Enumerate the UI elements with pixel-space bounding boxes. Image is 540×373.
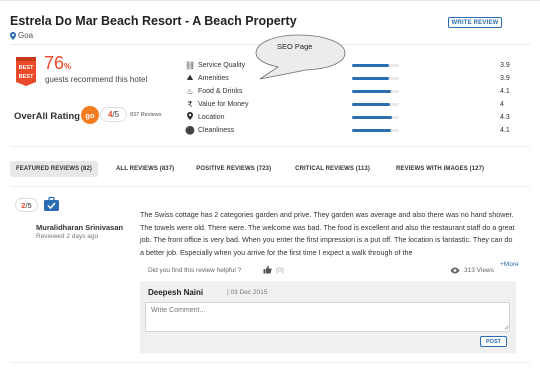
resize-grip-icon[interactable] bbox=[504, 325, 509, 330]
amenities-icon: ⛰ bbox=[186, 73, 194, 82]
rating-bar bbox=[352, 63, 399, 67]
helpful-question: Did you find this review helpful ? bbox=[148, 267, 242, 274]
rating-row-cleanliness: ⚫ Cleanliness 4.1 bbox=[185, 124, 515, 136]
rating-row-location: Location 4.3 bbox=[185, 111, 515, 123]
rating-value: 4.3 bbox=[500, 113, 510, 121]
rating-bar-fill bbox=[352, 63, 389, 67]
rating-label: Amenities bbox=[198, 74, 229, 82]
rating-bar-fill bbox=[352, 115, 393, 119]
recommend-percent: 76 bbox=[44, 53, 65, 73]
best-badge-text: BEST bbox=[19, 65, 34, 71]
view-count: 313 Views bbox=[464, 267, 494, 274]
food-icon: ♨ bbox=[186, 86, 194, 96]
comment-input[interactable] bbox=[145, 302, 510, 332]
rating-row-service-quality: ⛓ Service Quality 3.9 bbox=[185, 59, 515, 71]
rating-value: 4.1 bbox=[500, 126, 510, 134]
eye-icon bbox=[450, 267, 460, 274]
recommend-text: guests recommend this hotel bbox=[45, 75, 148, 84]
percent-sign: % bbox=[64, 62, 72, 71]
location-label: Goa bbox=[18, 31, 34, 40]
best-badge-icon: BEST BEST bbox=[16, 57, 36, 86]
rating-value: 3.9 bbox=[500, 61, 510, 69]
thumbs-up-icon[interactable] bbox=[263, 265, 272, 274]
location-pin-icon bbox=[10, 31, 16, 40]
helpful-count: (0) bbox=[276, 267, 284, 274]
rating-value: 4 bbox=[500, 100, 504, 108]
rating-bar-fill bbox=[352, 128, 391, 132]
rating-bar bbox=[352, 102, 399, 106]
rating-row-amenities: ⛰ Amenities 3.9 bbox=[185, 72, 515, 84]
go-badge: go bbox=[81, 106, 99, 124]
review-text: The Swiss cottage has 2 categories garde… bbox=[140, 210, 515, 257]
rating-value: 4.1 bbox=[500, 87, 510, 95]
top-divider bbox=[0, 0, 540, 1]
commenter-name: Deepesh Naini bbox=[148, 288, 204, 297]
comment-date: | 03 Dec 2015 bbox=[227, 289, 268, 296]
divider bbox=[10, 362, 530, 363]
divider bbox=[10, 146, 530, 147]
rupee-icon: ₹ bbox=[187, 99, 193, 109]
rating-label: Value for Money bbox=[198, 100, 249, 108]
reviewer-name[interactable]: Muralidharan Srinivasan bbox=[36, 223, 123, 232]
cleanliness-icon: ⚫ bbox=[185, 125, 195, 135]
bellhop-icon: ⛓ bbox=[185, 60, 196, 70]
review-score: 2/5 bbox=[15, 198, 38, 212]
rating-bar bbox=[352, 89, 399, 93]
write-review-button[interactable]: WRITE REVIEW bbox=[448, 17, 502, 28]
rating-bar bbox=[352, 128, 399, 132]
overall-rating-label: OverAll Rating bbox=[14, 111, 80, 122]
hotel-title: Estrela Do Mar Beach Resort - A Beach Pr… bbox=[10, 14, 297, 28]
overall-score-scale: /5 bbox=[112, 110, 120, 119]
rating-label: Food & Drinks bbox=[198, 87, 243, 95]
rating-label: Location bbox=[198, 113, 225, 121]
rating-value: 3.9 bbox=[500, 74, 510, 82]
review-date: Reviewed 2 days ago bbox=[36, 233, 99, 240]
rating-label: Service Quality bbox=[198, 61, 246, 69]
tab-critical-reviews[interactable]: CRITICAL REVIEWS (113) bbox=[289, 161, 376, 177]
rating-bar bbox=[352, 76, 399, 80]
rating-row-food-drinks: ♨ Food & Drinks 4.1 bbox=[185, 85, 515, 97]
review-tabs: FEATURED REVIEWS (82) ALL REVIEWS (837) … bbox=[10, 161, 490, 177]
rating-label: Cleanliness bbox=[198, 126, 235, 134]
reviews-count: 837 Reviews bbox=[130, 112, 162, 118]
rating-row-value-for-money: ₹ Value for Money 4 bbox=[185, 98, 515, 110]
tab-featured-reviews[interactable]: FEATURED REVIEWS (82) bbox=[10, 161, 98, 177]
post-button[interactable]: POST bbox=[480, 336, 507, 347]
more-link[interactable]: +More bbox=[500, 261, 519, 268]
tab-positive-reviews[interactable]: POSITIVE REVIEWS (723) bbox=[190, 161, 277, 177]
location-pin-icon bbox=[185, 112, 195, 122]
rating-bar-fill bbox=[352, 76, 389, 80]
rating-bar-fill bbox=[352, 89, 391, 93]
seo-callout-bubble bbox=[255, 34, 346, 80]
tab-reviews-with-images[interactable]: REVIEWS WITH IMAGES (127) bbox=[390, 161, 490, 177]
hotel-location: Goa bbox=[10, 31, 33, 40]
best-badge-text-2: BEST bbox=[19, 74, 34, 80]
overall-score: 4/5 bbox=[100, 107, 127, 122]
business-trip-icon bbox=[44, 196, 59, 211]
tab-all-reviews[interactable]: ALL REVIEWS (837) bbox=[110, 161, 180, 177]
rating-bar bbox=[352, 115, 399, 119]
divider bbox=[10, 186, 530, 187]
seo-callout-text: SEO Page bbox=[277, 42, 313, 51]
rating-bar-fill bbox=[352, 102, 390, 106]
comment-section: Deepesh Naini | 03 Dec 2015 POST bbox=[140, 281, 516, 353]
review-score-scale: /5 bbox=[25, 200, 32, 210]
